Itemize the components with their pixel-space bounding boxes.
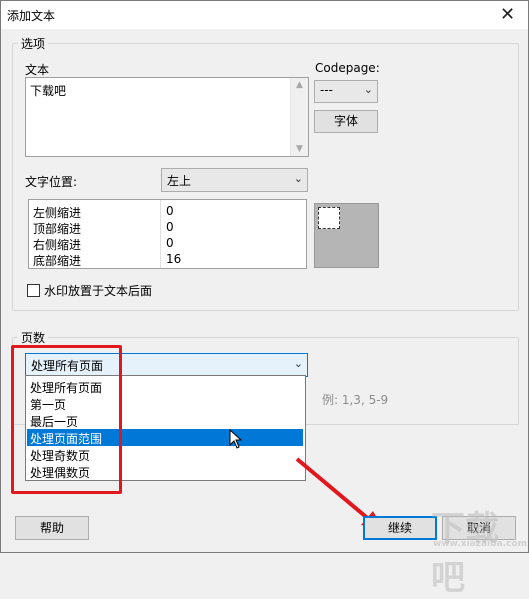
table-row[interactable]: 底部缩进 16 bbox=[29, 252, 306, 268]
chevron-down-icon: ⌄ bbox=[293, 357, 303, 370]
window-title: 添加文本 bbox=[7, 9, 56, 23]
margin-name: 顶部缩进 bbox=[33, 222, 82, 236]
range-hint: 例: 1,3, 5-9 bbox=[322, 393, 389, 407]
scroll-up-icon[interactable]: ▲ bbox=[291, 80, 308, 90]
margin-name: 左侧缩进 bbox=[33, 206, 82, 220]
title-bar: 添加文本 ✕ bbox=[1, 1, 528, 29]
codepage-label: Codepage: bbox=[315, 61, 380, 75]
margin-value[interactable]: 0 bbox=[166, 236, 174, 250]
text-input-value: 下载吧 bbox=[30, 84, 67, 98]
font-button[interactable]: 字体 bbox=[314, 110, 378, 133]
table-row[interactable]: 右侧缩进 0 bbox=[29, 236, 306, 252]
text-anchor-marker bbox=[318, 207, 340, 229]
position-select[interactable]: 左上 ⌄ bbox=[161, 168, 308, 192]
margin-name: 底部缩进 bbox=[33, 254, 82, 268]
margins-grid[interactable]: 左侧缩进 0 顶部缩进 0 右侧缩进 0 底部缩进 16 bbox=[28, 199, 307, 269]
margin-value[interactable]: 0 bbox=[166, 220, 174, 234]
chevron-down-icon: ⌄ bbox=[293, 172, 303, 185]
position-value: 左上 bbox=[167, 174, 192, 188]
watermark-behind-checkbox[interactable] bbox=[27, 284, 40, 297]
codepage-select[interactable]: --- ⌄ bbox=[314, 80, 378, 103]
text-label: 文本 bbox=[25, 63, 50, 77]
watermark-behind-label: 水印放置于文本后面 bbox=[44, 284, 153, 298]
position-preview[interactable] bbox=[314, 203, 379, 268]
chevron-down-icon: ⌄ bbox=[363, 83, 373, 96]
table-row[interactable]: 顶部缩进 0 bbox=[29, 220, 306, 236]
margin-value[interactable]: 16 bbox=[166, 252, 181, 266]
pages-legend: 页数 bbox=[18, 329, 49, 346]
options-legend: 选项 bbox=[18, 35, 49, 52]
close-icon[interactable]: ✕ bbox=[487, 1, 528, 29]
text-input[interactable]: 下载吧 ▲ ▼ bbox=[25, 77, 309, 157]
help-button[interactable]: 帮助 bbox=[15, 516, 89, 540]
text-scrollbar[interactable]: ▲ ▼ bbox=[290, 78, 308, 156]
watermark-url: www.xiazaiba.com bbox=[433, 539, 527, 549]
mouse-cursor-icon bbox=[229, 429, 243, 449]
table-row[interactable]: 左侧缩进 0 bbox=[29, 204, 306, 220]
scroll-down-icon[interactable]: ▼ bbox=[291, 144, 308, 154]
codepage-value: --- bbox=[320, 83, 333, 97]
continue-button[interactable]: 继续 bbox=[363, 516, 437, 540]
position-label: 文字位置: bbox=[25, 175, 78, 189]
dialog-window: 添加文本 ✕ 选项 文本 下载吧 ▲ ▼ Codepage: --- ⌄ 字体 … bbox=[0, 0, 529, 598]
annotation-box bbox=[11, 345, 122, 494]
margin-value[interactable]: 0 bbox=[166, 204, 174, 218]
margin-name: 右侧缩进 bbox=[33, 238, 82, 252]
watermark-logo: 下载吧 bbox=[431, 509, 499, 598]
